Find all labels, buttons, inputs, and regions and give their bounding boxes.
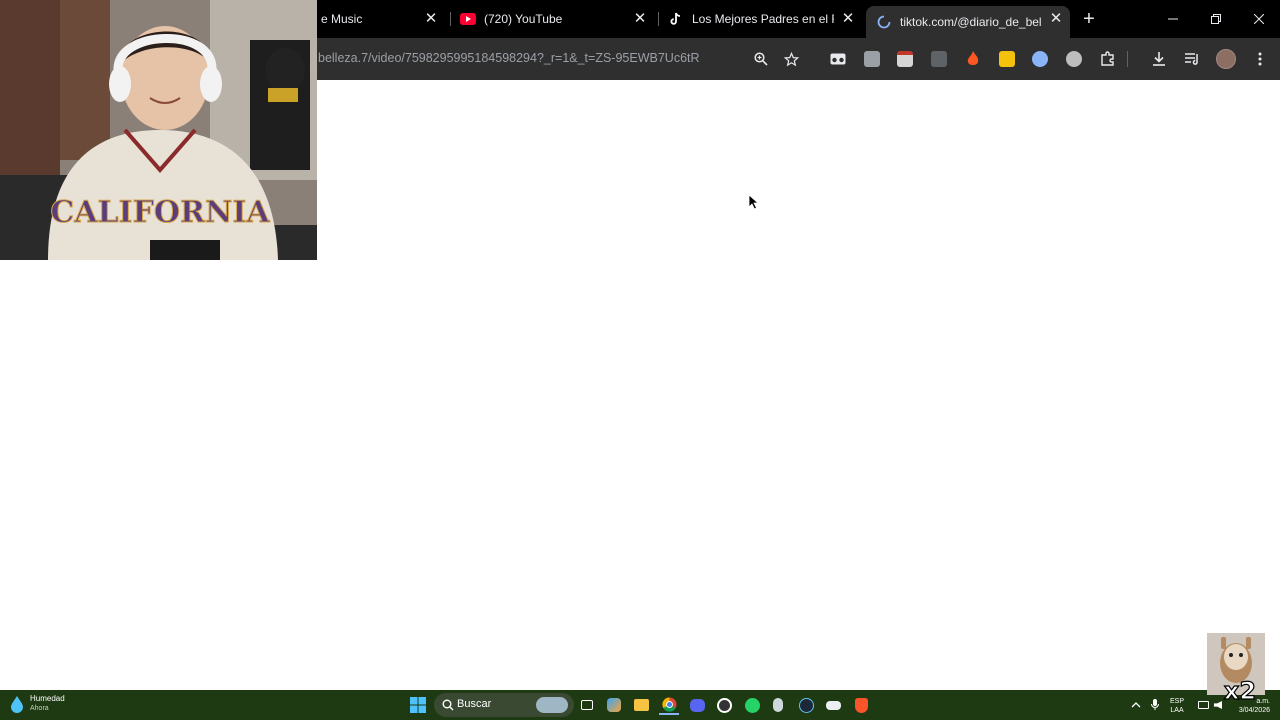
search-icon: [442, 698, 454, 716]
youtube-icon: [460, 11, 476, 27]
copilot-icon[interactable]: [604, 695, 624, 715]
cookie-extension-icon[interactable]: [1063, 48, 1085, 70]
weather-widget[interactable]: Humedad Ahora: [10, 694, 65, 713]
profile-avatar-icon[interactable]: [1215, 48, 1237, 70]
translate-extension-icon[interactable]: [861, 48, 883, 70]
controller-icon[interactable]: [823, 695, 843, 715]
close-icon[interactable]: ✕: [840, 11, 856, 27]
tab-title: e Music: [321, 12, 363, 26]
webcam-overlay: CALIFORNIA: [0, 0, 317, 260]
weather-title: Humedad: [30, 694, 65, 703]
windows-start-icon[interactable]: [408, 695, 428, 715]
url-text[interactable]: belleza.7/video/7598295995184598294?_r=1…: [318, 51, 700, 65]
microphone-icon[interactable]: [1145, 695, 1165, 715]
llama-sticker-overlay: x2: [1207, 633, 1265, 706]
chevron-up-icon[interactable]: [1126, 695, 1146, 715]
address-bar[interactable]: belleza.7/video/7598295995184598294?_r=1…: [310, 43, 810, 75]
clock-date: 3/04/2026: [1238, 707, 1270, 714]
tab-separator: [450, 12, 451, 26]
k-extension-icon[interactable]: [928, 48, 950, 70]
download-icon[interactable]: [1148, 48, 1170, 70]
tab-youtube[interactable]: (720) YouTube ✕: [454, 0, 654, 38]
close-icon[interactable]: ✕: [423, 11, 439, 27]
llama-sticker-image: x2: [1207, 633, 1265, 706]
mouse-cursor-icon: [748, 194, 760, 215]
bookmark-star-icon[interactable]: [780, 48, 802, 70]
steam-icon[interactable]: [796, 695, 816, 715]
print-extension-icon[interactable]: [894, 48, 916, 70]
close-icon[interactable]: ✕: [632, 11, 648, 27]
search-highlight-image: [536, 697, 568, 713]
lens-extension-icon[interactable]: [1029, 48, 1051, 70]
zoom-icon[interactable]: [750, 48, 772, 70]
weather-subtitle: Ahora: [30, 705, 49, 712]
language-code: ESP: [1170, 698, 1185, 705]
windows-taskbar: Humedad Ahora Buscar ESP LAA a.m. 3/04/2…: [0, 690, 1280, 720]
glasses-extension-icon[interactable]: [827, 48, 849, 70]
chrome-icon[interactable]: [659, 695, 679, 715]
toolbar-divider: [1127, 51, 1128, 67]
tab-tiktok-padres[interactable]: Los Mejores Padres en el Re ✕: [662, 0, 862, 38]
tab-title: tiktok.com/@diario_de_belle: [900, 15, 1042, 29]
language-indicator[interactable]: ESP LAA: [1170, 697, 1184, 715]
brave-icon[interactable]: [851, 695, 871, 715]
loading-spinner-icon: [876, 14, 892, 30]
tab-separator: [658, 12, 659, 26]
discord-icon[interactable]: [687, 695, 707, 715]
restore-button[interactable]: [1205, 8, 1227, 30]
multiplier-text: x2: [1224, 677, 1256, 705]
fire-extension-icon[interactable]: [962, 48, 984, 70]
whatsapp-icon[interactable]: [742, 695, 762, 715]
new-tab-button[interactable]: +: [1078, 8, 1100, 30]
tab-title: Los Mejores Padres en el Re: [692, 12, 834, 26]
minimize-button[interactable]: [1162, 8, 1184, 30]
tab-tiktok-active[interactable]: tiktok.com/@diario_de_belle ✕: [866, 6, 1070, 38]
puzzle-extensions-icon[interactable]: [1097, 48, 1119, 70]
streamer-webcam-image: CALIFORNIA: [0, 0, 317, 260]
media-controls-icon[interactable]: [1181, 48, 1203, 70]
tiktok-icon: [668, 11, 684, 27]
app-icon[interactable]: [768, 695, 788, 715]
obs-icon[interactable]: [714, 695, 734, 715]
shirt-text: CALIFORNIA: [50, 195, 270, 230]
taskbar-search[interactable]: Buscar: [434, 693, 574, 717]
close-icon[interactable]: ✕: [1048, 11, 1064, 27]
menu-kebab-icon[interactable]: [1249, 48, 1271, 70]
search-label: Buscar: [457, 698, 492, 710]
task-view-icon[interactable]: [577, 695, 597, 715]
keyboard-layout: LAA: [1170, 707, 1184, 714]
yellow-extension-icon[interactable]: [996, 48, 1018, 70]
close-window-button[interactable]: [1248, 8, 1270, 30]
tab-music[interactable]: e Music ✕: [317, 0, 447, 38]
humidity-drop-icon: [10, 695, 24, 713]
file-explorer-icon[interactable]: [631, 695, 651, 715]
tab-title: (720) YouTube: [484, 12, 563, 26]
